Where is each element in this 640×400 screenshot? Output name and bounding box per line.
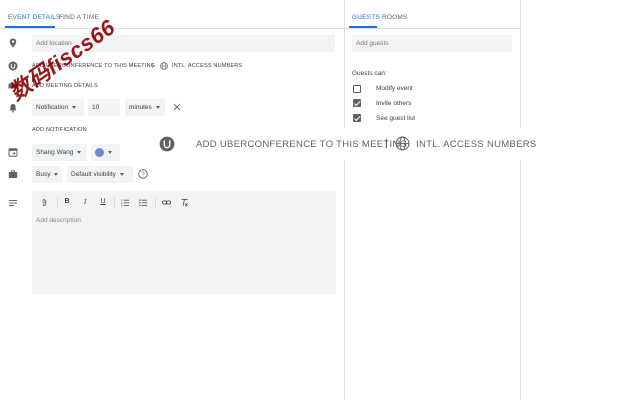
modify-event-checkbox[interactable]	[353, 85, 361, 93]
modify-event-label: Modify event	[376, 85, 413, 92]
chevron-down-icon	[77, 151, 82, 154]
calendar-icon	[8, 148, 18, 157]
intl-access-numbers-link[interactable]: INTL. ACCESS NUMBERS	[172, 63, 242, 69]
clear-formatting-icon[interactable]	[180, 198, 189, 207]
invite-others-checkbox[interactable]	[353, 99, 361, 107]
calendar-owner-value: Shang Wang	[36, 149, 74, 156]
numbered-list-icon[interactable]: 1 2 3	[121, 198, 130, 207]
event-color-dropdown[interactable]	[91, 144, 120, 161]
guests-can-label: Guests can:	[352, 70, 387, 77]
help-icon[interactable]: ?	[138, 169, 148, 179]
availability-value: Busy	[36, 171, 51, 178]
italic-button[interactable]: I	[80, 198, 90, 206]
globe-icon	[395, 136, 410, 151]
tabs-divider	[0, 28, 344, 29]
link-icon[interactable]	[162, 198, 171, 207]
notification-type-dropdown[interactable]: Notification	[32, 99, 84, 116]
bell-icon	[9, 104, 17, 113]
notification-unit-dropdown[interactable]: minutes	[125, 99, 165, 116]
location-pin-icon	[9, 38, 17, 48]
conference-large-separator: |	[385, 138, 388, 149]
chevron-down-icon	[72, 106, 77, 109]
notification-unit-value: minutes	[129, 104, 152, 111]
bold-button[interactable]: B	[62, 198, 72, 205]
svg-text:?: ?	[141, 172, 145, 178]
visibility-dropdown[interactable]: Default visibility	[67, 166, 133, 183]
add-notification-link[interactable]: ADD NOTIFICATION	[32, 127, 87, 133]
description-icon	[9, 200, 17, 206]
calendar-owner-dropdown[interactable]: Shang Wang	[32, 144, 87, 161]
add-conference-large-link[interactable]: ADD UBERCONFERENCE TO THIS MEETING	[196, 139, 407, 150]
see-guest-list-checkbox[interactable]	[353, 114, 361, 122]
invite-others-label: Invite others	[376, 100, 412, 107]
briefcase-icon	[8, 170, 18, 178]
notification-type-value: Notification	[36, 104, 69, 111]
toolbar-divider	[57, 197, 58, 208]
svg-text:3: 3	[121, 204, 123, 207]
chevron-down-icon	[119, 173, 124, 176]
right-tabs-divider	[344, 28, 520, 29]
tab-event-details[interactable]: EVENT DETAILS	[8, 14, 61, 21]
add-guests-input[interactable]	[352, 35, 512, 52]
watermark: 数码fiscs66	[4, 14, 120, 106]
globe-icon	[160, 62, 168, 70]
toolbar-divider	[155, 197, 156, 208]
chevron-down-icon	[155, 106, 160, 109]
toolbar-divider	[114, 197, 115, 208]
description-editor: B I U 1 2 3 Add description	[32, 191, 336, 294]
bulleted-list-icon[interactable]	[139, 198, 148, 207]
right-panel-divider	[520, 0, 521, 400]
panel-divider	[344, 0, 345, 400]
uberconference-icon	[159, 136, 175, 152]
description-placeholder[interactable]: Add description	[36, 217, 81, 224]
underline-button[interactable]: U	[98, 198, 108, 205]
intl-access-numbers-large-link[interactable]: INTL. ACCESS NUMBERS	[416, 139, 537, 150]
chevron-down-icon	[54, 173, 59, 176]
see-guest-list-label: See guest list	[376, 115, 416, 122]
tab-guests[interactable]: GUESTS	[352, 14, 380, 21]
chevron-down-icon	[108, 151, 112, 154]
conference-separator: |	[152, 63, 154, 69]
attachment-icon[interactable]	[40, 198, 49, 207]
visibility-value: Default visibility	[71, 171, 116, 178]
event-color-swatch	[95, 148, 104, 157]
tab-rooms[interactable]: ROOMS	[382, 14, 408, 21]
close-icon[interactable]	[173, 103, 181, 111]
notification-amount-input[interactable]: 10	[88, 99, 120, 116]
availability-dropdown[interactable]: Busy	[32, 166, 62, 183]
notification-amount-value: 10	[92, 104, 100, 111]
